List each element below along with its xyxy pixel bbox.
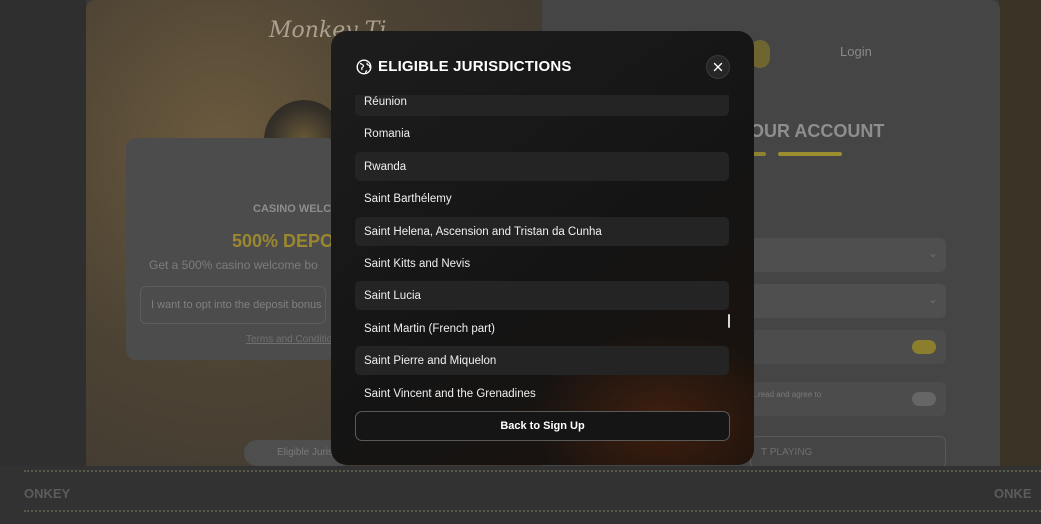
jurisdiction-item: Rwanda [355, 151, 729, 181]
ticker-text-left: ONKEY [24, 486, 71, 501]
ticker-text-right: ONKE [994, 486, 1032, 501]
jurisdiction-item: Saint Pierre and Miquelon [355, 346, 729, 376]
ticker-bar: ONKEY ONKE [0, 466, 1041, 524]
start-playing-button[interactable]: T PLAYING [750, 436, 946, 468]
form-heading: OUR ACCOUNT [750, 121, 885, 141]
list-scrollbar[interactable] [728, 314, 730, 328]
jurisdiction-item: Saint Barthélemy [364, 193, 452, 206]
modal-header: ELIGIBLE JURISDICTIONS [331, 31, 754, 101]
jurisdiction-item: Romania [364, 128, 411, 141]
form-select-2[interactable]: ⌄ [750, 284, 946, 318]
agree-text: …read and agree to [750, 390, 822, 399]
chevron-down-icon: ⌄ [927, 292, 938, 306]
toggle-row-1 [750, 330, 946, 364]
modal-title: ELIGIBLE JURISDICTIONS [378, 58, 572, 75]
toggle-switch-on[interactable] [912, 340, 936, 354]
jurisdiction-list-inner: Réunion Romania Rwanda Saint Barthélemy … [355, 95, 729, 397]
close-icon [713, 62, 723, 72]
modal-close-button[interactable] [706, 55, 730, 79]
progress-step-2 [778, 152, 842, 156]
jurisdiction-item: Saint Vincent and the Grenadines [364, 387, 536, 397]
back-to-sign-up-button[interactable]: Back to Sign Up [355, 411, 730, 441]
terms-link[interactable]: Terms and Conditions [246, 334, 343, 345]
jurisdiction-item: Réunion [355, 95, 729, 116]
jurisdiction-item: Saint Martin (French part) [364, 322, 496, 335]
promo-card: CASINO WELCOME 500% DEPOSIT Get a 500% c… [126, 138, 362, 360]
jurisdiction-item: Saint Helena, Ascension and Tristan da C… [355, 216, 729, 246]
background-right-strip [999, 0, 1041, 524]
toggle-switch-off[interactable] [912, 392, 936, 406]
toggle-row-2 [750, 382, 946, 416]
form-select-1[interactable]: ⌄ [750, 238, 946, 272]
eligible-jurisdictions-modal: ELIGIBLE JURISDICTIONS Réunion Romania R… [331, 31, 754, 465]
jurisdiction-item: Saint Kitts and Nevis [364, 257, 471, 270]
login-link[interactable]: Login [840, 44, 872, 59]
jurisdiction-item: Saint Lucia [355, 281, 729, 311]
ticker-dots-bottom [24, 510, 1041, 513]
promo-subtitle: Get a 500% casino welcome bo [149, 258, 318, 272]
deposit-bonus-opt-in[interactable]: I want to opt into the deposit bonus [140, 286, 326, 324]
jurisdiction-list[interactable]: Réunion Romania Rwanda Saint Barthélemy … [355, 95, 730, 397]
globe-icon [356, 59, 372, 75]
background-left-strip [0, 0, 86, 524]
ticker-dots-top [24, 470, 1041, 473]
chevron-down-icon: ⌄ [927, 246, 938, 260]
